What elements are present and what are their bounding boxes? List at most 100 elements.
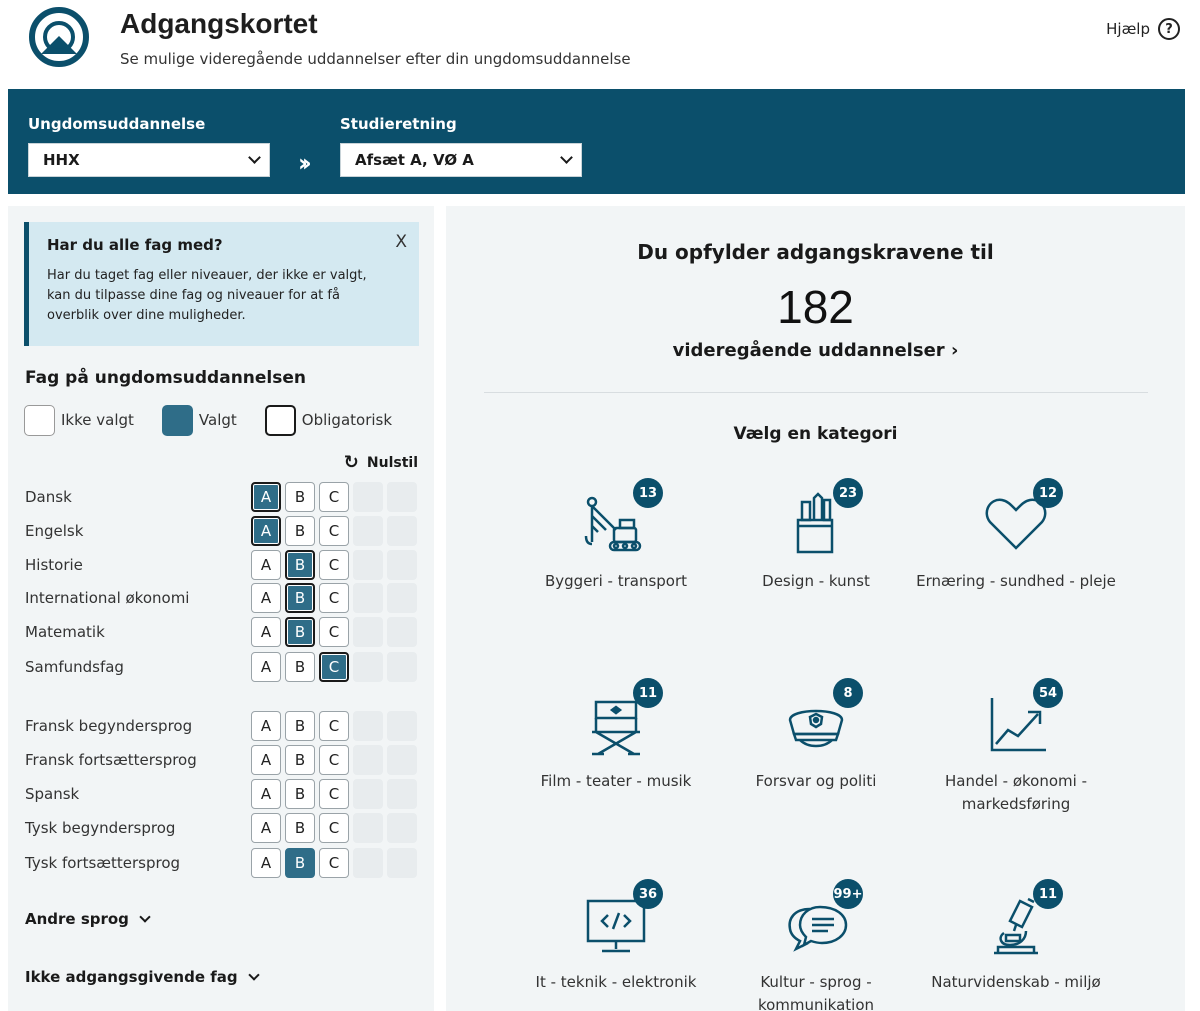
legend: Ikke valgt Valgt Obligatorisk [24,404,420,436]
level-a-button[interactable]: A [251,482,281,512]
level-b-button[interactable]: B [285,779,315,809]
ungdom-label: Ungdomsuddannelse [28,115,206,133]
subject-name: Dansk [25,488,72,506]
level-c-button[interactable]: C [319,550,349,580]
ungdom-value: HHX [43,151,80,169]
level-b-button[interactable]: B [285,813,315,843]
category-card[interactable]: 11 Film - teater - musik [516,678,716,836]
level-c-button[interactable]: C [319,617,349,647]
result-title: Du opfylder adgangskravene til [637,240,994,264]
refresh-icon: ↻ [343,452,359,473]
studie-value: Afsæt A, VØ A [355,151,474,169]
filter-banner: Ungdomsuddannelse HHX ›› Studieretning A… [8,89,1185,194]
level-a-button[interactable]: A [251,711,281,741]
level-b-button[interactable]: B [285,711,315,741]
level-placeholder [353,813,383,843]
level-placeholder [353,583,383,613]
category-card[interactable]: 11 Naturvidenskab - miljø [916,879,1116,1011]
category-card[interactable]: 23 Design - kunst [716,478,916,636]
subject-name: Historie [25,556,83,574]
level-placeholder [353,617,383,647]
result-link[interactable]: videregående uddannelser › [446,340,1185,361]
level-a-button[interactable]: A [251,617,281,647]
ungdom-select[interactable]: HHX [28,143,270,177]
level-a-button[interactable]: A [251,583,281,613]
subject-name: Tysk fortsættersprog [25,854,181,872]
category-label: Handel - økonomi - markedsføring [945,772,1087,813]
level-c-button[interactable]: C [319,848,349,878]
subject-name: Matematik [25,623,105,641]
level-c-button[interactable]: C [319,652,349,682]
subjects-heading: Fag på ungdomsuddannelsen [25,368,307,388]
category-card[interactable]: 8 Forsvar og politi [716,678,916,836]
category-card[interactable]: 12 Ernæring - sundhed - pleje [916,478,1116,636]
level-a-button[interactable]: A [251,516,281,546]
level-b-button[interactable]: B [285,516,315,546]
help-label: Hjælp [1106,20,1150,38]
level-placeholder [387,617,417,647]
andre-sprog-toggle[interactable]: Andre sprog [25,910,151,928]
subject-name: Fransk fortsættersprog [25,751,197,769]
logo-icon [29,7,89,67]
level-placeholder [353,652,383,682]
level-b-button[interactable]: B [285,550,315,580]
legend-selected: Valgt [198,411,237,429]
result-link-label: videregående uddannelser [672,340,945,361]
subject-row: Dansk A B C [25,481,425,513]
category-label: It - teknik - elektronik [535,973,697,991]
category-card[interactable]: 13 Byggeri - transport [516,478,716,636]
category-card[interactable]: 54 Handel - økonomi - markedsføring [916,678,1116,836]
level-a-button[interactable]: A [251,779,281,809]
level-placeholder [353,516,383,546]
level-b-button[interactable]: B [285,848,315,878]
level-a-button[interactable]: A [251,813,281,843]
category-card[interactable]: 36 It - teknik - elektronik [516,879,716,1011]
chevron-down-icon [247,968,260,981]
studie-select[interactable]: Afsæt A, VØ A [340,143,582,177]
level-c-button[interactable]: C [319,711,349,741]
legend-not-selected-swatch [24,404,55,436]
ikke-adgangsgivende-label: Ikke adgangsgivende fag [25,968,238,986]
category-card[interactable]: 99+ Kultur - sprog - kommunikation [716,879,916,1011]
level-c-button[interactable]: C [319,813,349,843]
category-label: Design - kunst [762,572,870,590]
level-a-button[interactable]: A [251,652,281,682]
level-b-button[interactable]: B [285,482,315,512]
legend-selected-swatch [161,404,193,436]
level-b-button[interactable]: B [285,745,315,775]
chevron-down-icon [560,151,573,164]
level-c-button[interactable]: C [319,583,349,613]
ikke-adgangsgivende-toggle[interactable]: Ikke adgangsgivende fag [25,968,260,986]
level-c-button[interactable]: C [319,516,349,546]
app-subtitle: Se mulige videregående uddannelser efter… [120,50,631,68]
info-text: Har du taget fag eller niveauer, der ikk… [47,268,367,323]
help-button[interactable]: Hjælp ? [1106,18,1180,40]
category-label: Kultur - sprog - kommunikation [757,973,875,1011]
legend-mandatory: Obligatorisk [301,411,393,429]
reset-button[interactable]: ↻ Nulstil [344,452,418,473]
level-b-button[interactable]: B [285,652,315,682]
chevron-down-icon [139,910,151,923]
level-b-button[interactable]: B [285,617,315,647]
level-c-button[interactable]: C [319,745,349,775]
subject-name: International økonomi [25,589,190,607]
level-a-button[interactable]: A [251,745,281,775]
level-a-button[interactable]: A [251,550,281,580]
level-c-button[interactable]: C [319,779,349,809]
level-b-button[interactable]: B [285,583,315,613]
level-c-button[interactable]: C [319,482,349,512]
legend-mandatory-swatch [264,404,296,436]
subject-name: Spansk [25,785,80,803]
chevron-down-icon [248,151,261,164]
level-a-button[interactable]: A [251,848,281,878]
level-placeholder [353,745,383,775]
level-placeholder [387,813,417,843]
category-count-badge: 99+ [833,879,863,909]
close-icon[interactable]: X [395,232,407,252]
subject-row: Samfundsfag A B C [25,651,425,683]
category-count-badge: 13 [633,478,663,508]
subject-row: Fransk begyndersprog A B C [25,710,425,742]
level-placeholder [353,711,383,741]
double-arrow-icon: ›› [298,149,312,177]
subject-row: Tysk begyndersprog A B C [25,812,425,844]
